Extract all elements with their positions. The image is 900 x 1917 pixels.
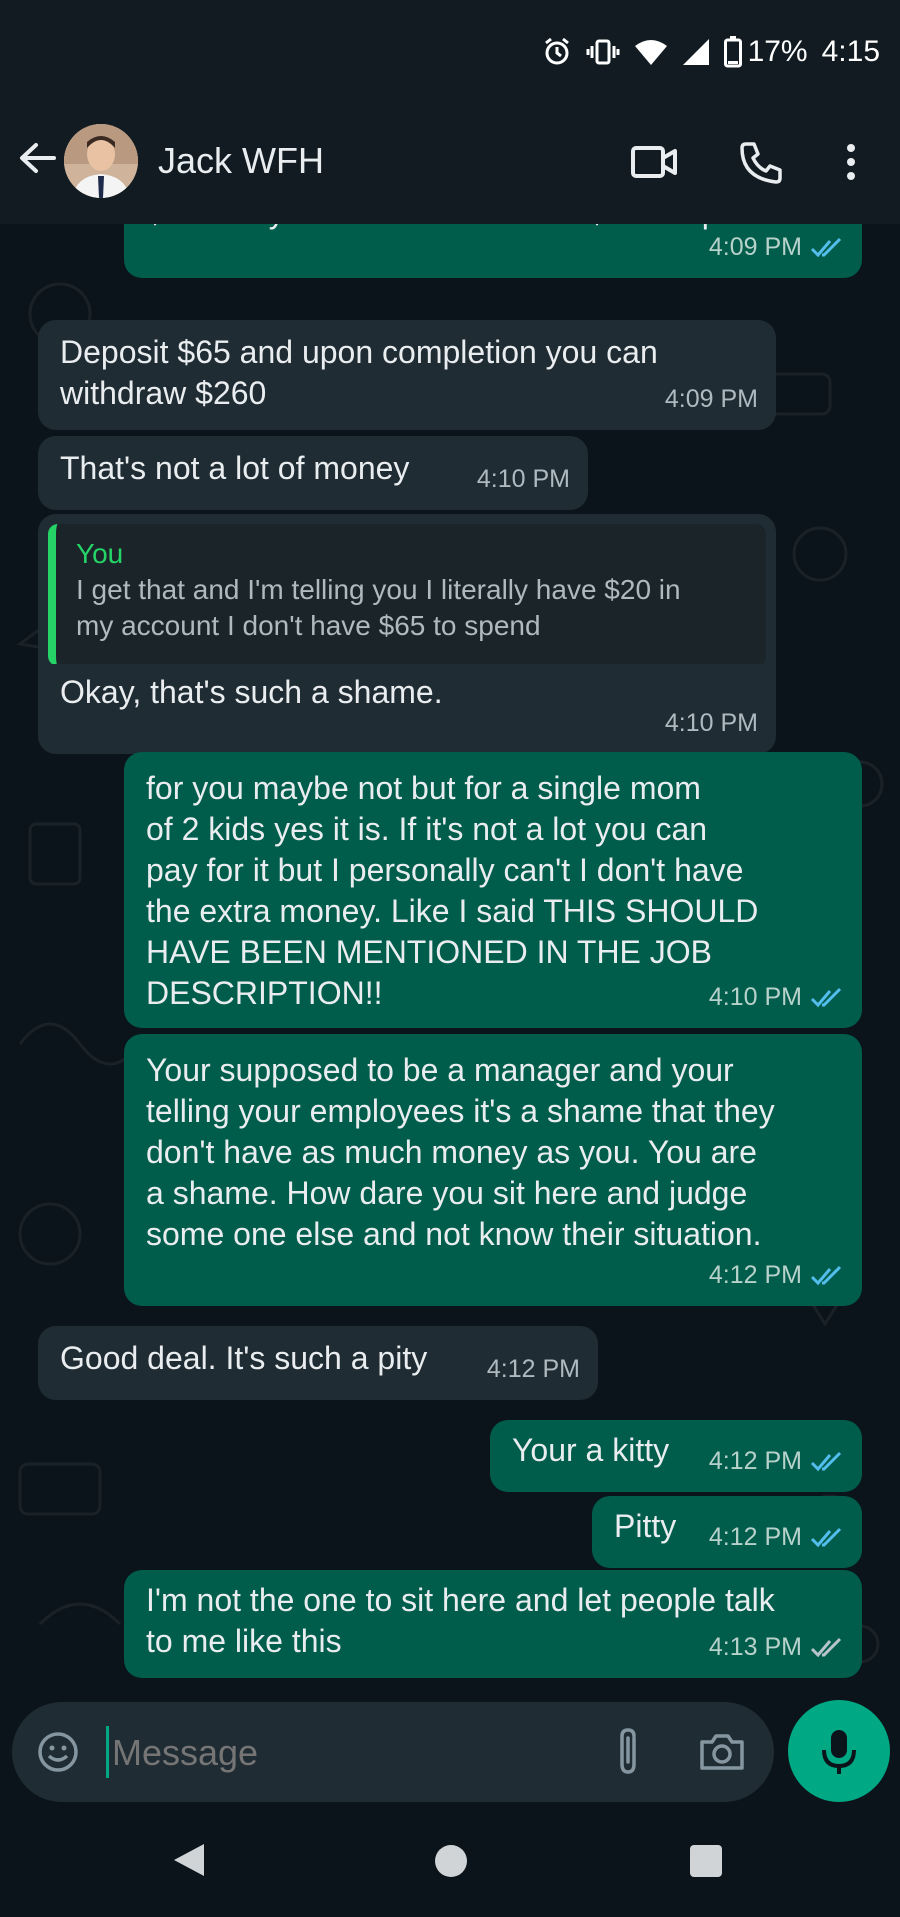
quoted-text: I get that and I'm telling you I literal… [76,574,681,641]
message-bubble-outgoing[interactable]: I'm not the one to sit here and let peop… [124,1570,862,1678]
message-meta: 4:12 PM [709,1255,844,1296]
vibrate-icon [586,37,620,67]
video-call-icon[interactable] [630,140,678,184]
nav-recents-icon[interactable] [690,1845,722,1877]
status-bar: 17% 4:15 [0,0,900,100]
message-meta: 4:10 PM [665,703,758,744]
message-time: 4:10 PM [708,983,802,1011]
message-meta: 4:13 PM [709,1627,844,1668]
more-options-icon[interactable] [836,140,866,184]
message-meta: 4:09 PM [709,227,844,268]
composer [12,1702,774,1802]
message-bubble-outgoing[interactable]: Your supposed to be a manager and your t… [124,1034,862,1306]
signal-icon [682,38,710,66]
message-meta: 4:12 PM [709,1517,844,1558]
alarm-icon [542,37,572,67]
message-bubble-outgoing[interactable]: Pitty 4:12 PM [592,1496,862,1568]
message-bubble-outgoing[interactable]: for you maybe not but for a single mom o… [124,752,862,1028]
camera-icon[interactable] [698,1730,746,1774]
nav-home-icon[interactable] [435,1845,467,1877]
delivered-ticks-icon [810,1637,842,1657]
message-bubble-outgoing[interactable]: $20 in my account I don't have $65 to sp… [124,224,862,278]
read-ticks-icon [810,987,842,1007]
read-ticks-icon [810,1265,842,1285]
back-arrow-icon[interactable] [16,136,60,180]
message-input[interactable] [110,1724,594,1782]
message-time: 4:12 PM [708,1447,802,1475]
message-time: 4:10 PM [664,709,758,737]
message-bubble-incoming[interactable]: That's not a lot of money 4:10 PM [38,436,588,510]
read-ticks-icon [810,1451,842,1471]
message-time: 4:12 PM [708,1523,802,1551]
message-time: 4:09 PM [664,385,758,413]
message-bubble-incoming[interactable]: Deposit $65 and upon completion you can … [38,320,776,430]
message-time: 4:13 PM [708,1633,802,1661]
read-ticks-icon [810,1527,842,1547]
message-text: Okay, that's such a shame. [60,674,443,710]
mic-button[interactable] [788,1700,890,1802]
message-time: 4:12 PM [486,1355,580,1383]
message-time: 4:12 PM [708,1261,802,1289]
message-bubble-outgoing[interactable]: Your a kitty 4:12 PM [490,1420,862,1492]
avatar[interactable] [64,124,138,198]
attach-icon[interactable] [608,1726,648,1778]
message-meta: 4:12 PM [487,1349,580,1390]
emoji-icon[interactable] [36,1730,80,1774]
message-bubble-incoming[interactable]: Good deal. It's such a pity 4:12 PM [38,1326,598,1400]
wifi-icon [634,38,668,66]
quoted-message[interactable]: You I get that and I'm telling you I lit… [48,524,766,666]
message-meta: 4:12 PM [709,1441,844,1482]
nav-back-icon[interactable] [172,1842,206,1878]
battery-icon [723,36,742,68]
status-icons: 17% 4:15 [542,30,880,74]
message-bubble-incoming-reply[interactable]: You I get that and I'm telling you I lit… [38,514,776,682]
chat-header: Jack WFH [0,100,900,224]
contact-name[interactable]: Jack WFH [158,140,324,182]
message-meta: 4:09 PM [665,379,758,420]
message-bubble-incoming[interactable]: Okay, that's such a shame. 4:10 PM [38,664,776,754]
text-cursor [106,1726,109,1778]
system-nav-bar [0,1808,900,1917]
quoted-author: You [76,538,124,569]
message-time: 4:10 PM [476,465,570,493]
read-ticks-icon [810,237,842,257]
clock: 4:15 [821,35,880,68]
battery-percent: 17% [747,35,808,68]
mic-icon [822,1730,856,1774]
message-text: Your supposed to be a manager and your t… [146,1052,775,1252]
message-meta: 4:10 PM [709,977,844,1018]
voice-call-icon[interactable] [738,140,786,184]
message-time: 4:09 PM [708,233,802,261]
message-text: Deposit $65 and upon completion you can … [60,334,658,411]
message-list[interactable]: $20 in my account I don't have $65 to sp… [0,224,900,1704]
message-meta: 4:10 PM [477,459,570,500]
